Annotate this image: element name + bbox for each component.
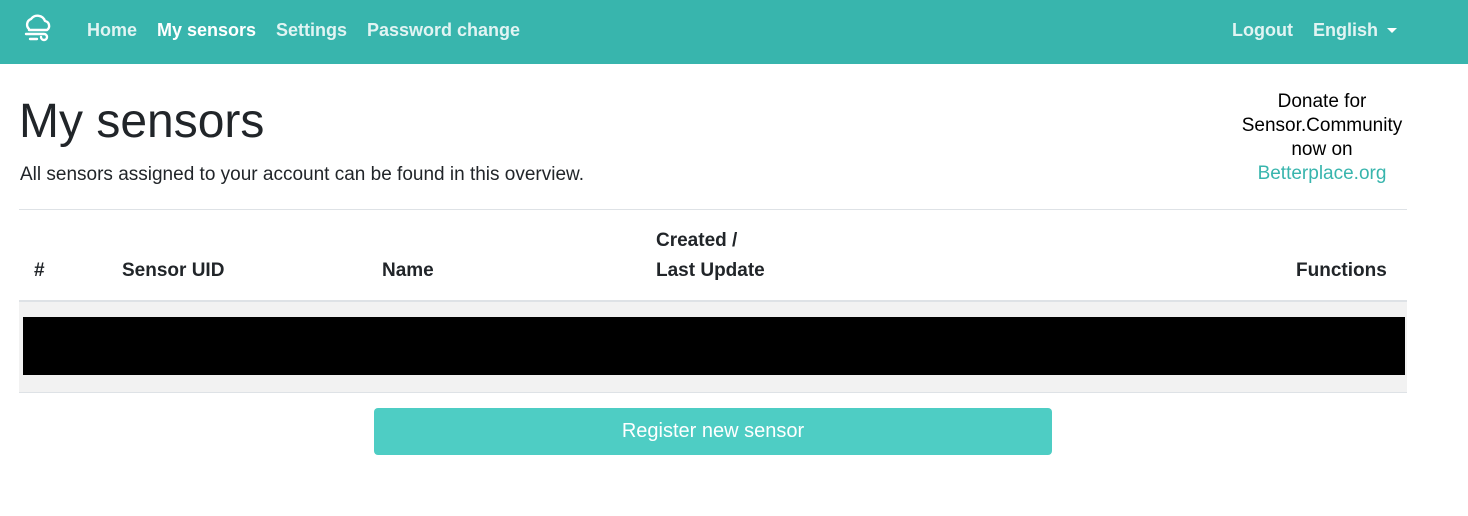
donate-line-2: Sensor.Community xyxy=(1241,115,1403,136)
language-dropdown[interactable]: English xyxy=(1313,20,1398,41)
column-header-sensor-uid: Sensor UID xyxy=(122,260,225,281)
nav-settings-link[interactable]: Settings xyxy=(276,20,347,41)
betterplace-link[interactable]: Betterplace.org xyxy=(1258,163,1387,184)
language-label: English xyxy=(1313,20,1379,40)
column-header-functions: Functions xyxy=(1296,260,1387,281)
logout-link[interactable]: Logout xyxy=(1232,20,1293,41)
register-new-sensor-button[interactable]: Register new sensor xyxy=(374,408,1052,455)
column-header-name: Name xyxy=(382,260,434,281)
column-header-created: Created / xyxy=(656,230,738,251)
donate-line-3: now on xyxy=(1291,139,1353,160)
table-row-border xyxy=(19,392,1407,393)
column-header-index: # xyxy=(34,260,45,281)
top-navbar: Home My sensors Settings Password change… xyxy=(0,0,1468,64)
donate-box: Donate for Sensor.Community now on Bette… xyxy=(1226,90,1418,186)
redacted-row-content xyxy=(23,317,1405,375)
nav-password-change-link[interactable]: Password change xyxy=(367,20,520,41)
section-divider xyxy=(19,209,1407,210)
caret-down-icon xyxy=(1387,28,1398,33)
page-description: All sensors assigned to your account can… xyxy=(20,164,584,185)
page-title: My sensors xyxy=(19,95,265,148)
cloud-wind-icon[interactable] xyxy=(20,12,56,48)
donate-line-1: Donate for xyxy=(1277,91,1367,112)
column-header-last-update: Last Update xyxy=(656,260,765,281)
nav-home-link[interactable]: Home xyxy=(87,20,137,41)
nav-my-sensors-link[interactable]: My sensors xyxy=(157,20,256,41)
